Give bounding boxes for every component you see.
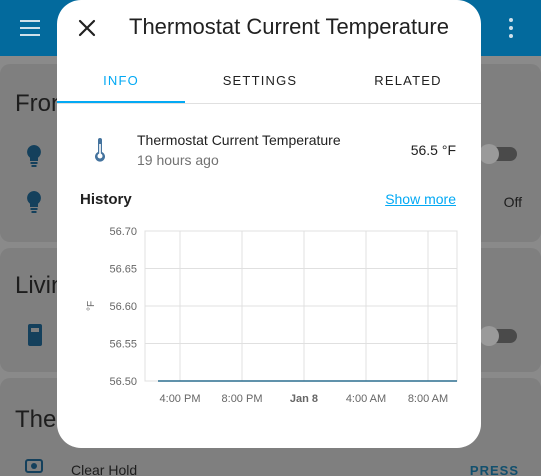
show-more-link[interactable]: Show more xyxy=(385,191,456,207)
chart-y-axis-label: °F xyxy=(86,301,97,311)
thermometer-icon xyxy=(95,138,105,162)
tab-bar: INFO SETTINGS RELATED xyxy=(57,58,481,104)
active-tab-indicator xyxy=(57,101,185,103)
press-button[interactable]: PRESS xyxy=(470,463,519,476)
more-vert-icon[interactable] xyxy=(509,18,513,42)
chart-y-tick-label: 56.50 xyxy=(109,376,137,388)
clear-hold-label: Clear Hold xyxy=(71,462,138,476)
living-toggle[interactable] xyxy=(479,326,517,346)
dialog-title: Thermostat Current Temperature xyxy=(129,14,449,39)
entity-name: Thermostat Current Temperature xyxy=(137,132,341,148)
remote-icon xyxy=(25,459,43,473)
lightbulb-icon xyxy=(27,191,41,213)
chart-x-tick-label: 4:00 PM xyxy=(160,393,201,405)
close-icon[interactable] xyxy=(75,16,99,40)
chart-x-tick-label: 8:00 AM xyxy=(408,393,448,405)
chart-x-tick-label: 8:00 PM xyxy=(222,393,263,405)
dialog-header: Thermostat Current Temperature xyxy=(57,0,481,56)
tab-related[interactable]: RELATED xyxy=(344,58,472,104)
chart-x-tick-label: Jan 8 xyxy=(290,393,318,405)
chart-y-tick-label: 56.65 xyxy=(109,264,137,276)
thermostat-device-icon xyxy=(28,324,42,346)
chart-y-tick-label: 56.60 xyxy=(109,301,137,313)
lightbulb-icon xyxy=(27,145,41,167)
off-state: Off xyxy=(503,194,522,210)
menu-icon[interactable] xyxy=(20,20,40,36)
history-heading: History xyxy=(80,191,132,208)
entity-row[interactable]: Thermostat Current Temperature 19 hours … xyxy=(57,128,481,172)
tab-settings[interactable]: SETTINGS xyxy=(196,58,324,104)
chart-y-tick-label: 56.55 xyxy=(109,339,137,351)
front-light-toggle[interactable] xyxy=(479,144,517,164)
more-info-dialog: Thermostat Current Temperature INFO SETT… xyxy=(57,0,481,448)
entity-last-changed: 19 hours ago xyxy=(137,152,219,168)
entity-state: 56.5 °F xyxy=(410,142,456,158)
tab-info[interactable]: INFO xyxy=(57,58,185,104)
chart-x-tick-label: 4:00 AM xyxy=(346,393,386,405)
history-chart[interactable]: 56.70 56.65 56.60 56.55 56.50 4:00 PM 8:00 PM J… xyxy=(57,215,481,415)
chart-y-tick-label: 56.70 xyxy=(109,226,137,238)
